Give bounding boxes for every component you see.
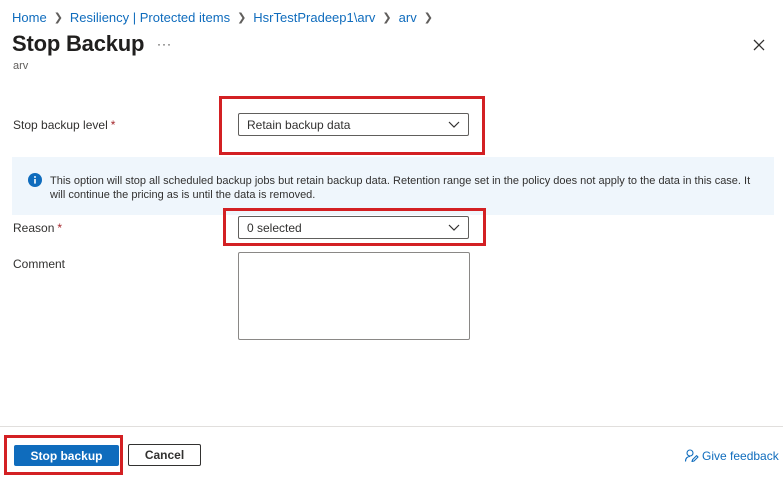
stop-backup-level-value: Retain backup data [247,117,351,132]
breadcrumb-vault-item[interactable]: HsrTestPradeep1\arv [253,10,375,25]
chevron-down-icon [448,224,460,231]
breadcrumb: Home ❯ Resiliency | Protected items ❯ Hs… [12,9,440,25]
reason-label: Reason * [13,221,63,235]
stop-backup-button[interactable]: Stop backup [14,445,119,466]
footer-divider [0,426,783,427]
breadcrumb-home[interactable]: Home [12,10,47,25]
page-subtitle: arv [13,60,29,72]
give-feedback-link[interactable]: Give feedback [684,448,779,463]
page-title: Stop Backup [12,31,145,56]
close-icon[interactable] [751,37,767,53]
chevron-right-icon: ❯ [237,11,247,24]
chevron-right-icon: ❯ [53,11,63,24]
chevron-right-icon: ❯ [382,11,392,24]
chevron-right-icon: ❯ [423,11,433,24]
required-mark: * [110,118,116,132]
comment-label: Comment [13,257,66,271]
chevron-down-icon [448,121,460,128]
stop-backup-level-label: Stop backup level * [13,118,116,132]
comment-textarea[interactable] [238,252,470,340]
info-icon [28,173,42,187]
cancel-button[interactable]: Cancel [128,444,201,466]
reason-dropdown[interactable]: 0 selected [238,216,469,239]
breadcrumb-arv[interactable]: arv [399,10,417,25]
breadcrumb-protected-items[interactable]: Resiliency | Protected items [70,10,230,25]
info-message: This option will stop all scheduled back… [50,175,751,201]
reason-value: 0 selected [247,220,302,235]
more-options-icon[interactable]: ··· [157,37,172,51]
feedback-icon [684,449,699,463]
required-mark: * [57,221,63,235]
give-feedback-label: Give feedback [702,448,779,463]
stop-backup-level-dropdown[interactable]: Retain backup data [238,113,469,136]
